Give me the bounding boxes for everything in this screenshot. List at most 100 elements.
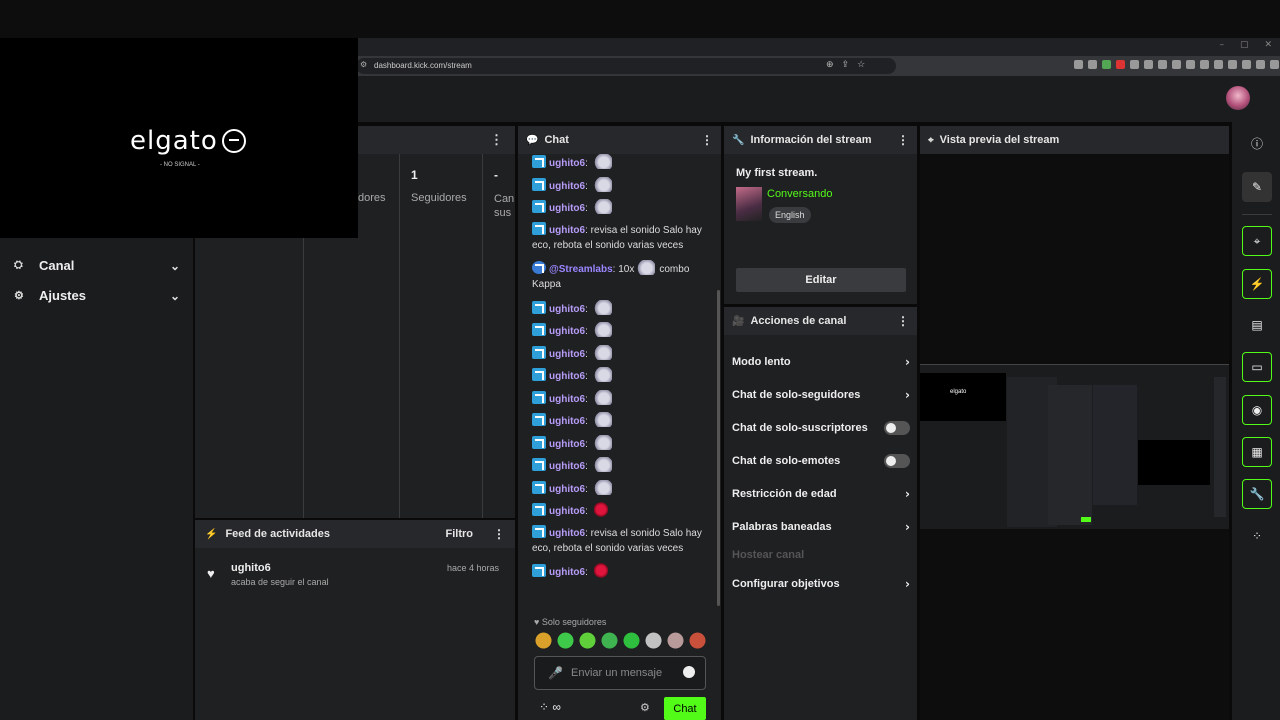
chat-username[interactable]: ughito6	[549, 528, 585, 539]
extension-icon[interactable]	[1228, 60, 1237, 69]
chat-username[interactable]: ughito6	[549, 304, 585, 315]
chat-message: ughito6: revisa el sonido Salo hay eco, …	[532, 524, 716, 556]
extension-icon[interactable]	[1172, 60, 1181, 69]
channel-action-item[interactable]: Modo lento ›	[732, 353, 910, 371]
extension-icon[interactable]	[1242, 60, 1251, 69]
extension-icon[interactable]	[1074, 60, 1083, 69]
chat-bubble-icon[interactable]: ▭	[1242, 352, 1272, 382]
chat-username[interactable]: ughito6	[549, 567, 585, 578]
extension-icon[interactable]	[1116, 60, 1125, 69]
chat-scrollbar[interactable]	[717, 290, 720, 606]
feed-user[interactable]: ughito6	[231, 562, 271, 574]
toggle-switch[interactable]	[884, 454, 910, 468]
emote-icon[interactable]	[600, 632, 619, 651]
channel-action-item[interactable]: Palabras baneadas ›	[732, 518, 910, 536]
channel-actions-title: Acciones de canal	[750, 315, 847, 327]
sidebar-item-ajustes[interactable]: ⚙ Ajustes ⌄	[14, 288, 180, 303]
extension-icon[interactable]	[1130, 60, 1139, 69]
emote-icon[interactable]	[688, 632, 707, 651]
gear-icon[interactable]: ⚙	[640, 701, 650, 714]
emote-icon[interactable]	[534, 632, 553, 651]
notes-icon[interactable]: ▤	[1242, 310, 1272, 340]
emote-icon[interactable]	[666, 632, 685, 651]
emoji-icon[interactable]	[683, 666, 695, 678]
lightning-icon[interactable]: ⚡	[1242, 269, 1272, 299]
channel-action-item[interactable]: Chat de solo-emotes	[732, 452, 910, 470]
infinity-icon[interactable]: ∞	[552, 700, 561, 714]
more-options-icon[interactable]: ⋮	[490, 132, 503, 148]
extension-icon[interactable]	[1200, 60, 1209, 69]
extension-icon[interactable]	[1270, 60, 1279, 69]
avatar[interactable]	[1226, 86, 1250, 110]
chat-username[interactable]: ughito6	[549, 349, 585, 360]
channel-action-label: Chat de solo-seguidores	[732, 389, 861, 401]
chat-username[interactable]: ughito6	[549, 181, 585, 192]
chat-username[interactable]: ughito6	[549, 203, 585, 214]
edit-button[interactable]: Editar	[736, 268, 906, 292]
no-signal-text: - NO SIGNAL -	[160, 162, 200, 168]
channel-action-item[interactable]: Chat de solo-seguidores ›	[732, 386, 910, 404]
chat-username[interactable]: @Streamlabs	[549, 264, 613, 275]
extension-icon[interactable]	[1088, 60, 1097, 69]
extension-icon[interactable]	[1158, 60, 1167, 69]
emote-icon[interactable]	[622, 632, 641, 651]
share-icon[interactable]: ⇪	[842, 59, 850, 70]
more-options-icon[interactable]: ⋮	[897, 133, 909, 147]
chat-messages[interactable]: ughito6: ughito6: ughito6: ughito6: revi…	[532, 154, 716, 634]
chat-username[interactable]: ughito6	[549, 326, 585, 337]
microphone-icon[interactable]: 🎤	[548, 666, 563, 680]
camera-icon[interactable]: ⌖	[1242, 226, 1272, 256]
emote-icon[interactable]	[578, 632, 597, 651]
channel-action-item[interactable]: Restricción de edad ›	[732, 485, 910, 503]
maximize-button[interactable]: ▢	[1240, 40, 1249, 50]
chat-username[interactable]: ughito6	[549, 225, 585, 236]
emote-icon[interactable]	[644, 632, 663, 651]
apps-icon[interactable]: ⁘	[539, 700, 549, 714]
chat-username[interactable]: ughito6	[549, 506, 585, 517]
channel-action-item[interactable]: Chat de solo-suscriptores	[732, 419, 910, 437]
chat-username[interactable]: ughito6	[549, 394, 585, 405]
more-options-icon[interactable]: ⋮	[701, 133, 713, 147]
address-bar[interactable]: ⚙ dashboard.kick.com/stream	[356, 58, 896, 74]
chat-username[interactable]: ughito6	[549, 461, 585, 472]
more-options-icon[interactable]: ⋮	[897, 314, 909, 328]
broadcast-icon[interactable]: ◉	[1242, 395, 1272, 425]
emote-icon[interactable]	[556, 632, 575, 651]
chat-username[interactable]: ughito6	[549, 371, 585, 382]
extension-icon[interactable]	[1186, 60, 1195, 69]
chat-username[interactable]: ughito6	[549, 484, 585, 495]
site-settings-icon[interactable]: ⚙	[360, 60, 367, 69]
wrench-icon[interactable]: 🔧	[1242, 479, 1272, 509]
chat-input[interactable]: 🎤 Enviar un mensaje	[534, 656, 706, 690]
chat-username[interactable]: ughito6	[549, 439, 585, 450]
address-tools: ⊕ ⇪ ☆	[826, 59, 865, 70]
bookmark-icon[interactable]: ☆	[857, 59, 865, 70]
chat-username[interactable]: ughito6	[549, 416, 585, 427]
extension-icon[interactable]	[1102, 60, 1111, 69]
extension-icon[interactable]	[1256, 60, 1265, 69]
sidebar-item-canal[interactable]: ⛭ Canal ⌄	[14, 258, 180, 273]
pencil-icon[interactable]: ✎	[1242, 172, 1272, 202]
rat-emote-icon	[593, 457, 612, 472]
toggle-switch[interactable]	[884, 421, 910, 435]
stream-preview-image[interactable]: elgato	[920, 364, 1229, 529]
zoom-icon[interactable]: ⊕	[826, 59, 834, 70]
send-chat-button[interactable]: Chat	[664, 697, 706, 720]
stream-category[interactable]: Conversando	[767, 188, 832, 200]
info-icon[interactable]: ⓘ	[1242, 128, 1272, 158]
extension-icon[interactable]	[1214, 60, 1223, 69]
filter-button[interactable]: Filtro	[446, 528, 474, 540]
channel-action-item[interactable]: Configurar objetivos ›	[732, 575, 910, 593]
url-text: dashboard.kick.com/stream	[374, 61, 472, 70]
activity-feed: ⚡ Feed de actividades Filtro ⋮ ♥ ughito6…	[195, 520, 515, 720]
chat-username[interactable]: ughito6	[549, 158, 585, 169]
apps-icon[interactable]: ⁘	[1242, 521, 1272, 551]
chevron-right-icon: ›	[905, 487, 910, 501]
close-button[interactable]: ✕	[1264, 40, 1272, 50]
chat-tools[interactable]: ⁘ ∞	[539, 700, 561, 714]
more-options-icon[interactable]: ⋮	[493, 527, 505, 541]
chat-message: ughito6:	[532, 176, 716, 192]
minimize-button[interactable]: –	[1219, 40, 1224, 50]
extension-icon[interactable]	[1144, 60, 1153, 69]
layout-icon[interactable]: ▦	[1242, 437, 1272, 467]
